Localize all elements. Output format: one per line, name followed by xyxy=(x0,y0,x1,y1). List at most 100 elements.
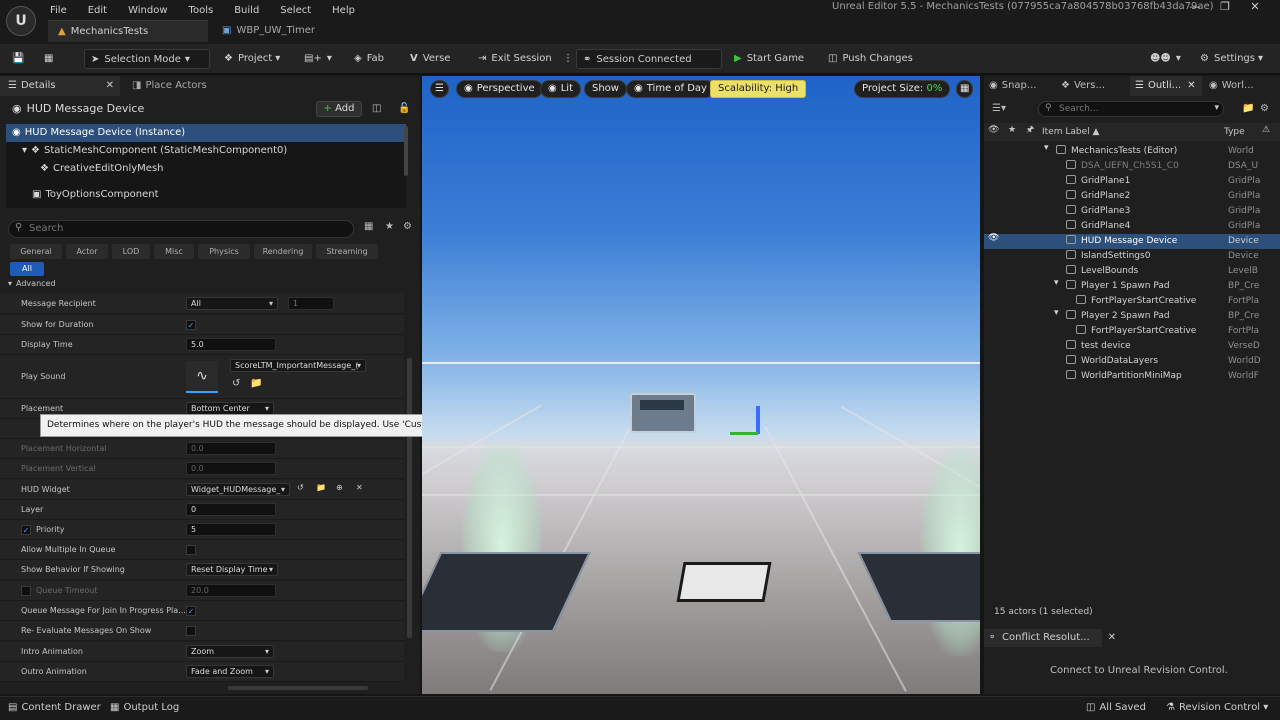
expand-arrow-icon[interactable]: ▾ xyxy=(1054,279,1059,288)
source-control-button[interactable]: ▦ xyxy=(38,49,64,69)
expand-arrow-icon[interactable]: ▾ xyxy=(1054,309,1059,318)
outliner-row[interactable]: ▾ Player 2 Spawn Pad BP_Cre xyxy=(984,309,1280,324)
sound-wave-thumbnail-icon[interactable]: ∿ xyxy=(186,361,218,393)
lock-icon[interactable]: 🔓 xyxy=(398,104,410,114)
placement-vertical-input[interactable]: 0.0 xyxy=(186,462,276,475)
tab-mechanicstests[interactable]: ▲ MechanicsTests xyxy=(48,20,208,42)
transform-gizmo-z[interactable] xyxy=(756,406,760,434)
visibility-eye-icon[interactable]: 👁 xyxy=(988,234,999,243)
component-toy-options[interactable]: ▣ ToyOptionsComponent xyxy=(6,186,406,204)
outliner-row[interactable]: WorldPartitionMiniMap WorldF xyxy=(984,369,1280,384)
details-scrollbar[interactable] xyxy=(407,358,412,638)
browse-icon[interactable]: 📁 xyxy=(250,379,262,389)
close-icon[interactable]: ✕ xyxy=(1108,633,1116,643)
component-instance[interactable]: ◉ HUD Message Device (Instance) xyxy=(6,124,406,142)
time-of-day-button[interactable]: ◉ Time of Day xyxy=(626,80,715,98)
exit-session-button[interactable]: ⇥ Exit Session xyxy=(472,49,558,69)
component-tree-scrollbar[interactable] xyxy=(404,126,408,176)
outliner-row[interactable]: 👁 HUD Message Device Device xyxy=(984,234,1280,249)
menu-tools[interactable]: Tools xyxy=(189,5,214,16)
outliner-row[interactable]: GridPlane2 GridPla xyxy=(984,189,1280,204)
spawn-pad-1[interactable] xyxy=(422,552,591,632)
filter-streaming[interactable]: Streaming xyxy=(316,244,378,259)
outliner-row[interactable]: FortPlayerStartCreative FortPla xyxy=(984,294,1280,309)
table-view-icon[interactable]: ▦ xyxy=(364,222,373,232)
details-horizontal-scrollbar[interactable] xyxy=(228,686,368,690)
expand-arrow-icon[interactable]: ▾ xyxy=(1044,144,1049,153)
menu-select[interactable]: Select xyxy=(280,5,311,16)
revision-control-button[interactable]: ⚗ Revision Control ▾ xyxy=(1166,702,1268,713)
spawn-pad-2[interactable] xyxy=(857,552,980,622)
queue-timeout-override-checkbox[interactable] xyxy=(21,586,31,596)
allow-multiple-checkbox[interactable] xyxy=(186,545,196,555)
menu-edit[interactable]: Edit xyxy=(88,5,107,16)
tab-snapshots[interactable]: ◉ Snap... xyxy=(984,76,1054,96)
favorite-star-icon[interactable]: ★ xyxy=(1008,126,1016,135)
outliner-row[interactable]: FortPlayerStartCreative FortPla xyxy=(984,324,1280,339)
device-placement-marker[interactable] xyxy=(676,562,772,602)
all-saved-indicator[interactable]: ◫ All Saved xyxy=(1086,702,1146,713)
placement-horizontal-input[interactable]: 0.0 xyxy=(186,442,276,455)
outliner-row[interactable]: DSA_UEFN_Ch5S1_C0 DSA_U xyxy=(984,159,1280,174)
priority-override-checkbox[interactable]: ✓ xyxy=(21,525,31,535)
outliner-row[interactable]: IslandSettings0 Device xyxy=(984,249,1280,264)
hud-widget-dropdown[interactable]: Widget_HUDMessage_ ▾ xyxy=(186,483,290,496)
section-advanced[interactable]: ▾ Advanced xyxy=(8,279,56,288)
outliner-row[interactable]: GridPlane4 GridPla xyxy=(984,219,1280,234)
clear-icon[interactable]: ✕ xyxy=(356,484,363,492)
filter-physics[interactable]: Physics xyxy=(198,244,250,259)
filter-actor[interactable]: Actor xyxy=(66,244,108,259)
add-content-button[interactable]: ▤+ ▾ xyxy=(298,49,343,69)
level-viewport[interactable]: ☰ ◉ Perspective ◉ Lit Show ◉ Time of Day Sc… xyxy=(422,76,980,694)
hud-message-device-mesh[interactable] xyxy=(630,393,696,433)
use-selected-icon[interactable]: ↺ xyxy=(297,484,304,492)
filter-misc[interactable]: Misc xyxy=(154,244,194,259)
gear-icon[interactable]: ⚙ xyxy=(403,222,412,232)
display-time-input[interactable]: 5.0 xyxy=(186,338,276,351)
outro-animation-dropdown[interactable]: Fade and Zoom ▾ xyxy=(186,665,274,678)
tab-details[interactable]: ☰ Details ✕ xyxy=(0,76,120,96)
fab-button[interactable]: ◈ Fab xyxy=(348,49,390,69)
content-drawer-button[interactable]: ▤ Content Drawer xyxy=(8,702,101,713)
close-icon[interactable]: ✕ xyxy=(106,81,114,91)
settings-button[interactable]: ⚙ Settings ▾ xyxy=(1194,49,1274,69)
play-sound-dropdown[interactable]: ScoreLTM_ImportantMessage_(▾ xyxy=(230,359,366,372)
outliner-row[interactable]: GridPlane3 GridPla xyxy=(984,204,1280,219)
component-static-mesh[interactable]: ▾ ❖ StaticMeshComponent (StaticMeshCompone… xyxy=(6,142,406,160)
menu-build[interactable]: Build xyxy=(234,5,259,16)
outliner-row[interactable]: test device VerseD xyxy=(984,339,1280,354)
tab-outliner[interactable]: ☰ Outli... ✕ xyxy=(1130,76,1202,96)
queue-timeout-input[interactable]: 20.0 xyxy=(186,584,276,597)
priority-input[interactable]: 5 xyxy=(186,523,276,536)
show-behavior-dropdown[interactable]: Reset Display Time ▾ xyxy=(186,563,278,576)
outliner-row[interactable]: LevelBounds LevelB xyxy=(984,264,1280,279)
scalability-button[interactable]: Scalability: High xyxy=(710,80,807,98)
tab-version[interactable]: ❖ Vers... xyxy=(1056,76,1128,96)
verse-button[interactable]: V Verse xyxy=(404,49,456,69)
add-component-button[interactable]: + Add xyxy=(316,101,362,117)
use-selected-icon[interactable]: ↺ xyxy=(232,379,240,389)
details-search-input[interactable]: ⚲ Search xyxy=(8,220,354,238)
tab-conflict-resolution[interactable]: ⚬ Conflict Resolut... ✕ xyxy=(984,629,1116,647)
close-icon[interactable]: ✕ xyxy=(1187,81,1195,91)
filter-icon[interactable]: ☰▾ xyxy=(992,104,1006,114)
transform-gizmo-y[interactable] xyxy=(730,432,758,435)
queue-join-checkbox[interactable]: ✓ xyxy=(186,606,196,616)
start-game-button[interactable]: ▶ Start Game xyxy=(728,49,810,69)
show-for-duration-checkbox[interactable]: ✓ xyxy=(186,320,196,330)
outliner-row[interactable]: WorldDataLayers WorldD xyxy=(984,354,1280,369)
collaborators-button[interactable]: ☻☻ ▾ xyxy=(1144,49,1192,69)
outliner-search-input[interactable]: ⚲ Search... ▾ xyxy=(1038,101,1224,117)
viewport-layout-button[interactable]: ▦ xyxy=(956,80,974,98)
message-recipient-index[interactable]: 1 xyxy=(288,297,334,310)
tab-place-actors[interactable]: ◨ Place Actors xyxy=(124,76,244,96)
reevaluate-checkbox[interactable] xyxy=(186,626,196,636)
component-creative-edit-mesh[interactable]: ❖ CreativeEditOnlyMesh xyxy=(6,160,406,178)
filter-lod[interactable]: LOD xyxy=(112,244,150,259)
add-folder-icon[interactable]: 📁 xyxy=(1242,104,1254,114)
filter-rendering[interactable]: Rendering xyxy=(254,244,312,259)
intro-animation-dropdown[interactable]: Zoom ▾ xyxy=(186,645,274,658)
outliner-row[interactable]: ▾ Player 1 Spawn Pad BP_Cre xyxy=(984,279,1280,294)
output-log-button[interactable]: ▦ Output Log xyxy=(110,702,179,713)
browse-icon[interactable]: 📁 xyxy=(316,484,326,492)
